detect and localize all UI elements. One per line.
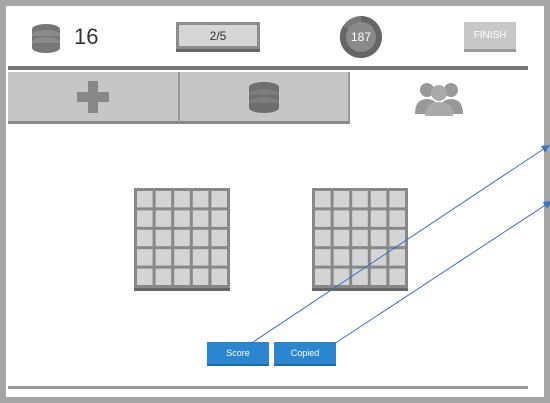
copied-arrow <box>333 200 550 345</box>
score-arrow <box>249 144 550 345</box>
annotation-arrows <box>249 144 550 345</box>
